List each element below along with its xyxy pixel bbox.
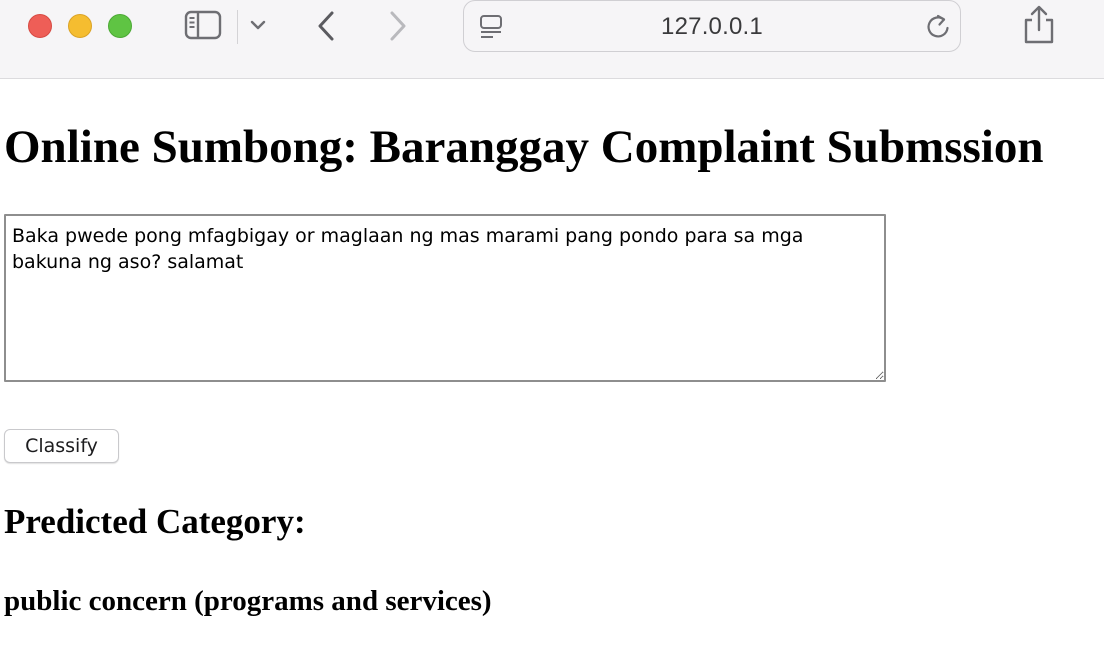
predicted-category-heading: Predicted Category:	[4, 502, 306, 541]
predicted-category-value: public concern (programs and services)	[4, 585, 492, 617]
share-icon[interactable]	[1022, 4, 1056, 46]
back-icon[interactable]	[314, 10, 338, 42]
complaint-textarea[interactable]: Baka pwede pong mfagbigay or maglaan ng …	[4, 214, 886, 382]
page-title: Online Sumbong: Baranggay Complaint Subm…	[4, 121, 1044, 173]
browser-toolbar: 127.0.0.1	[0, 0, 1104, 79]
address-text: 127.0.0.1	[661, 13, 763, 40]
toolbar-divider	[237, 10, 238, 44]
forward-icon[interactable]	[386, 10, 410, 42]
minimize-window-button[interactable]	[68, 14, 92, 38]
zoom-window-button[interactable]	[108, 14, 132, 38]
chevron-down-icon[interactable]	[250, 19, 266, 31]
reload-icon[interactable]	[924, 12, 952, 42]
sidebar-icon[interactable]	[184, 10, 222, 40]
address-bar[interactable]: 127.0.0.1	[463, 0, 961, 52]
classify-button[interactable]: Classify	[4, 429, 119, 463]
close-window-button[interactable]	[28, 14, 52, 38]
